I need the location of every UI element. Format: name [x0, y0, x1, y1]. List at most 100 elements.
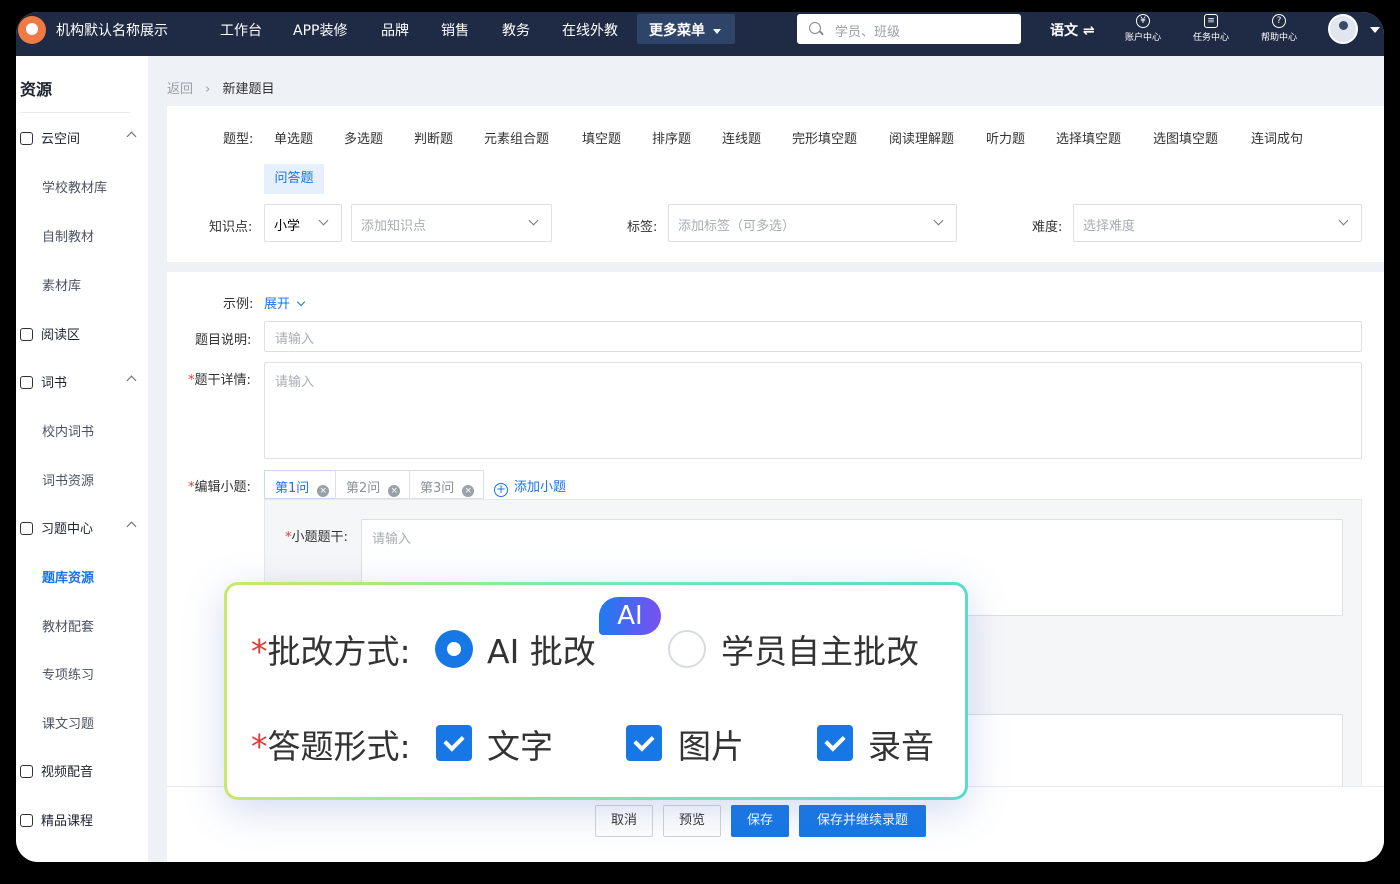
type-reading[interactable]: 阅读理解题	[889, 128, 954, 147]
sidebar-item-school-textbooks[interactable]: 学校教材库	[42, 177, 107, 196]
brand-name: 机构默认名称展示	[56, 23, 168, 39]
ai-grading-radio[interactable]	[435, 630, 473, 668]
subquestion-label: *编辑小题:	[188, 480, 251, 495]
subquestion-tab-label: 第3问	[420, 481, 455, 496]
knowledge-level-value: 小学	[274, 219, 301, 234]
add-subquestion-button[interactable]: + 添加小题	[494, 476, 566, 497]
help-center-label: 帮助中心	[1260, 33, 1297, 43]
breadcrumb: 返回 › 新建题目	[167, 78, 275, 97]
sidebar-group-label: 视频配音	[41, 765, 94, 780]
sidebar-group-reading[interactable]: 阅读区	[20, 324, 80, 343]
subquestion-tab-2[interactable]: 第2问 ×	[335, 470, 410, 499]
cancel-button[interactable]: 取消	[595, 805, 653, 837]
nav-app-decoration[interactable]: APP装修	[293, 20, 347, 40]
close-icon[interactable]: ×	[388, 485, 401, 497]
stem-textarea[interactable]: 请输入	[264, 362, 1362, 459]
type-fill-blank[interactable]: 填空题	[582, 128, 621, 147]
subquestion-label-text: 编辑小题:	[194, 480, 251, 495]
knowledge-point-select[interactable]: 添加知识点	[351, 204, 552, 242]
subquestion-tab-label: 第2问	[346, 481, 381, 496]
chevron-down-icon	[933, 215, 944, 226]
subquestion-tab-1[interactable]: 第1问 ×	[264, 470, 336, 499]
type-choice-fill[interactable]: 选择填空题	[1056, 128, 1121, 147]
type-question-answer[interactable]: 问答题	[264, 164, 324, 194]
sidebar-group-wordbook[interactable]: 词书	[20, 372, 137, 391]
question-type-label: 题型:	[223, 132, 254, 147]
more-menu-label: 更多菜单	[649, 23, 705, 39]
image-checkbox[interactable]	[626, 725, 662, 761]
knowledge-level-select[interactable]: 小学	[264, 204, 342, 242]
stem-placeholder: 请输入	[275, 375, 315, 390]
text-option-label[interactable]: 文字	[487, 720, 553, 768]
text-checkbox[interactable]	[436, 725, 472, 761]
difficulty-placeholder: 选择难度	[1083, 219, 1136, 234]
sidebar-item-wordbook-resources[interactable]: 词书资源	[42, 470, 94, 489]
close-icon[interactable]: ×	[462, 485, 475, 497]
answer-format-label-text: 答题形式:	[267, 727, 411, 766]
sidebar-item-materials[interactable]: 素材库	[42, 275, 81, 294]
app-window: 机构默认名称展示 工作台 APP装修 品牌 销售 教务 在线外教 更多菜单 学员…	[16, 12, 1384, 862]
sidebar-group-cloud[interactable]: 云空间	[20, 128, 137, 147]
example-expand-toggle[interactable]: 展开	[264, 293, 306, 312]
type-word-sentence[interactable]: 连词成句	[1251, 128, 1303, 147]
course-icon	[20, 814, 33, 827]
preview-button[interactable]: 预览	[663, 805, 721, 837]
nav-workbench[interactable]: 工作台	[220, 20, 262, 40]
sidebar-group-exercise-center[interactable]: 习题中心	[20, 518, 137, 537]
account-center-button[interactable]: ¥ 账户中心	[1113, 14, 1173, 48]
tag-label: 标签:	[627, 220, 658, 235]
subquestion-stem-label-text: 小题题干:	[291, 530, 348, 545]
type-listening[interactable]: 听力题	[986, 128, 1025, 147]
type-single-choice[interactable]: 单选题	[274, 128, 313, 147]
tag-select[interactable]: 添加标签（可多选）	[668, 204, 957, 242]
sidebar-item-special-practice[interactable]: 专项练习	[42, 664, 94, 683]
sidebar: 资源 云空间 学校教材库 自制教材 素材库 阅读区 词书 校内词书 词书资源 习…	[16, 56, 148, 862]
close-icon[interactable]: ×	[317, 485, 330, 497]
sidebar-item-school-wordbooks[interactable]: 校内词书	[42, 421, 94, 440]
breadcrumb-current: 新建题目	[222, 82, 275, 97]
sidebar-item-textbook-matching[interactable]: 教材配套	[42, 616, 94, 635]
image-option-label[interactable]: 图片	[678, 720, 744, 768]
search-placeholder: 学员、班级	[835, 25, 901, 40]
save-and-continue-button[interactable]: 保存并继续录题	[799, 805, 926, 837]
chevron-up-icon	[126, 375, 137, 386]
nav-sales[interactable]: 销售	[441, 20, 469, 40]
knowledge-point-placeholder: 添加知识点	[361, 219, 427, 234]
type-picture-fill[interactable]: 选图填空题	[1153, 128, 1218, 147]
task-center-button[interactable]: ≡ 任务中心	[1181, 14, 1241, 48]
language-switch[interactable]: 语文 ⇌	[1050, 20, 1095, 40]
type-ordering[interactable]: 排序题	[652, 128, 691, 147]
type-cloze[interactable]: 完形填空题	[792, 128, 857, 147]
nav-academic[interactable]: 教务	[502, 20, 530, 40]
sidebar-group-premium-courses[interactable]: 精品课程	[20, 810, 93, 829]
nav-brand[interactable]: 品牌	[381, 20, 409, 40]
subquestion-tab-3[interactable]: 第3问 ×	[409, 470, 484, 499]
sidebar-group-video-dubbing[interactable]: 视频配音	[20, 761, 93, 780]
audio-checkbox[interactable]	[817, 725, 853, 761]
type-element-combo[interactable]: 元素组合题	[484, 128, 549, 147]
exercise-icon	[20, 522, 33, 535]
sidebar-item-custom-textbooks[interactable]: 自制教材	[42, 226, 94, 245]
nav-online-teacher[interactable]: 在线外教	[562, 20, 618, 40]
type-matching[interactable]: 连线题	[722, 128, 761, 147]
breadcrumb-separator: ›	[205, 82, 211, 97]
search-input[interactable]: 学员、班级	[797, 14, 1021, 44]
ai-grading-label[interactable]: AI 批改	[487, 625, 596, 673]
description-input[interactable]: 请输入	[264, 321, 1362, 352]
breadcrumb-back-link[interactable]: 返回	[167, 82, 193, 97]
difficulty-select[interactable]: 选择难度	[1073, 204, 1362, 242]
audio-option-label[interactable]: 录音	[868, 720, 934, 768]
sidebar-group-label: 云空间	[41, 132, 81, 147]
more-menu-button[interactable]: 更多菜单	[637, 14, 735, 44]
self-grading-label[interactable]: 学员自主批改	[721, 625, 919, 673]
save-button[interactable]: 保存	[731, 805, 789, 837]
self-grading-radio[interactable]	[668, 630, 706, 668]
help-center-button[interactable]: ? 帮助中心	[1249, 14, 1309, 48]
type-multiple-choice[interactable]: 多选题	[344, 128, 383, 147]
sidebar-item-question-bank[interactable]: 题库资源	[42, 567, 94, 586]
type-true-false[interactable]: 判断题	[414, 128, 453, 147]
caret-down-icon[interactable]	[1370, 27, 1380, 33]
user-avatar[interactable]	[1328, 14, 1358, 44]
sidebar-item-text-exercises[interactable]: 课文习题	[42, 713, 94, 732]
subquestion-stem-placeholder: 请输入	[372, 532, 412, 547]
